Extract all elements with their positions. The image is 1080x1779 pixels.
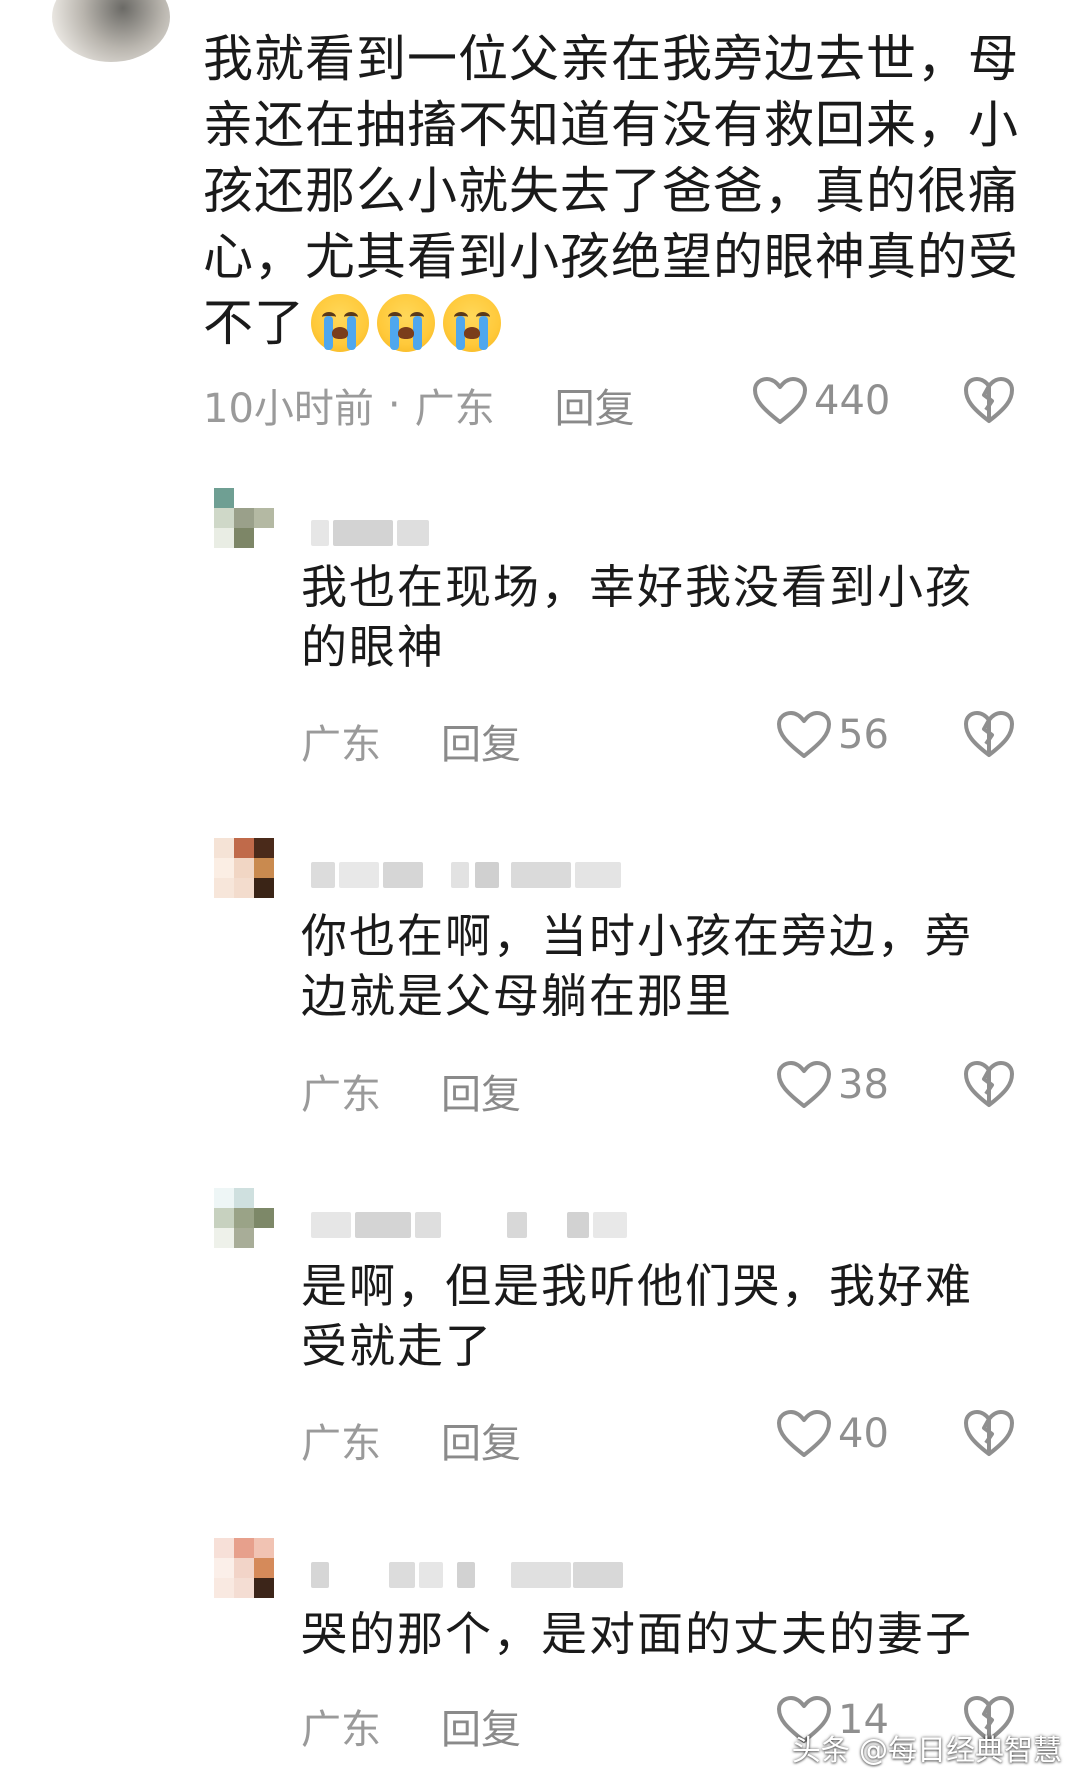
comment-text: 我就看到一位父亲在我旁边去世，母 亲还在抽搐不知道有没有救回来，小 孩还那么小就… xyxy=(203,30,1019,352)
broken-heart-icon xyxy=(964,1061,1014,1107)
heart-icon xyxy=(753,377,807,424)
dislike-button[interactable] xyxy=(963,1409,1015,1457)
username[interactable] xyxy=(311,520,431,550)
location: 广东 xyxy=(414,386,495,432)
heart-icon xyxy=(777,1061,831,1108)
comment-meta: 10小时前 · 广东 回复 xyxy=(203,376,635,434)
like-button[interactable]: 440 xyxy=(752,376,890,426)
meta-separator: · xyxy=(387,382,401,428)
avatar[interactable] xyxy=(214,1188,274,1248)
like-button[interactable]: 56 xyxy=(776,710,889,760)
username[interactable] xyxy=(311,1562,631,1592)
location: 广东 xyxy=(301,1072,381,1118)
reply-button[interactable]: 回复 xyxy=(441,712,521,770)
avatar[interactable] xyxy=(214,488,274,548)
reply-button[interactable]: 回复 xyxy=(441,1411,521,1469)
location: 广东 xyxy=(301,1421,381,1467)
heart-icon xyxy=(777,1410,831,1457)
like-count: 40 xyxy=(838,1411,889,1457)
location: 广东 xyxy=(301,1707,381,1753)
crying-face-icon xyxy=(443,293,501,352)
like-button[interactable]: 40 xyxy=(776,1409,889,1459)
like-button[interactable]: 38 xyxy=(776,1060,889,1110)
location: 广东 xyxy=(301,722,381,768)
comment-meta: 广东 回复 xyxy=(301,1697,521,1755)
timestamp: 10小时前 xyxy=(203,386,374,432)
reply-button[interactable]: 回复 xyxy=(441,1697,521,1755)
reply-text: 你也在啊，当时小孩在旁边，旁 边就是父母躺在那里 xyxy=(301,909,973,1023)
heart-icon xyxy=(777,711,831,758)
emoji-group xyxy=(311,293,501,352)
comment-meta: 广东 回复 xyxy=(301,1411,521,1469)
like-count: 56 xyxy=(838,712,889,758)
broken-heart-icon xyxy=(964,377,1014,423)
avatar[interactable] xyxy=(214,838,274,898)
watermark: 头条 @每日经典智慧 xyxy=(791,1733,1062,1767)
reply-text: 我也在现场，幸好我没看到小孩 的眼神 xyxy=(301,560,973,674)
username[interactable] xyxy=(311,1212,631,1242)
dislike-button[interactable] xyxy=(963,376,1015,424)
broken-heart-icon xyxy=(964,711,1014,757)
avatar[interactable] xyxy=(214,1538,274,1598)
broken-heart-icon xyxy=(964,1410,1014,1456)
avatar[interactable] xyxy=(52,0,170,62)
dislike-button[interactable] xyxy=(963,710,1015,758)
reply-text: 哭的那个，是对面的丈夫的妻子 xyxy=(301,1607,973,1661)
username[interactable] xyxy=(311,862,631,892)
reply-text: 是啊，但是我听他们哭，我好难 受就走了 xyxy=(301,1259,973,1373)
reply-button[interactable]: 回复 xyxy=(441,1062,521,1120)
reply-button[interactable]: 回复 xyxy=(555,376,635,434)
crying-face-icon xyxy=(377,293,435,352)
comment-meta: 广东 回复 xyxy=(301,1062,521,1120)
like-count: 38 xyxy=(838,1062,889,1108)
crying-face-icon xyxy=(311,293,369,352)
like-count: 440 xyxy=(814,378,891,424)
dislike-button[interactable] xyxy=(963,1060,1015,1108)
comment-meta: 广东 回复 xyxy=(301,712,521,770)
